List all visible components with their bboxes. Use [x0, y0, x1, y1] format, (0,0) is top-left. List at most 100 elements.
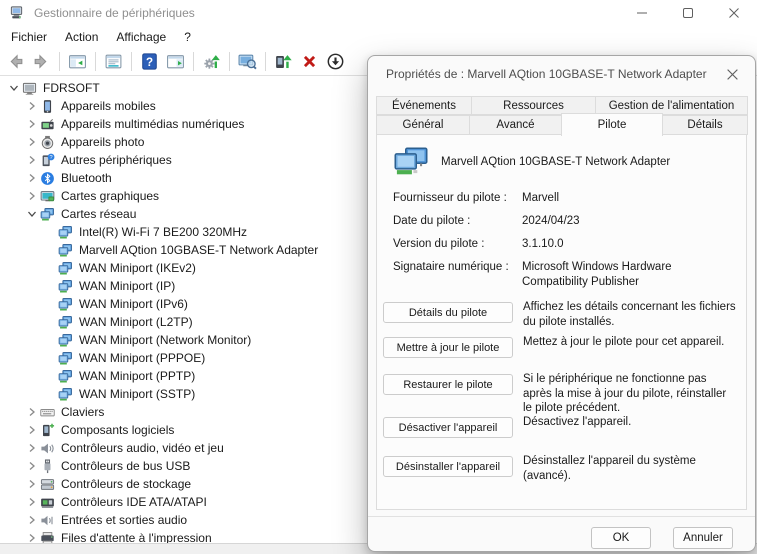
- bluetooth-icon: [40, 171, 55, 186]
- uninstall-device-icon[interactable]: [299, 51, 320, 72]
- action-row: Détails du piloteAffichez les détails co…: [383, 300, 737, 329]
- printer-icon: [40, 531, 55, 544]
- network-adapter-icon: [40, 207, 55, 222]
- tab-pilote[interactable]: Pilote: [561, 113, 663, 136]
- audio-controller-icon: [40, 441, 55, 456]
- update-driver-button[interactable]: Mettre à jour le pilote: [383, 337, 513, 358]
- chevron-right-icon[interactable]: [23, 191, 40, 201]
- network-adapter-icon: [58, 279, 73, 294]
- toolbar-separator: [59, 52, 60, 71]
- menu-aide[interactable]: ?: [175, 27, 200, 47]
- chevron-right-icon[interactable]: [23, 137, 40, 147]
- scan-hardware-icon[interactable]: [201, 51, 222, 72]
- chevron-right-icon[interactable]: [23, 497, 40, 507]
- network-adapter-icon: [58, 387, 73, 402]
- info-value: 2024/04/23: [522, 214, 736, 229]
- chevron-right-icon[interactable]: [23, 461, 40, 471]
- chevron-down-icon[interactable]: [5, 83, 22, 93]
- window-controls: [619, 0, 757, 26]
- minimize-button[interactable]: [619, 0, 665, 26]
- dialog-close-icon[interactable]: [717, 60, 747, 88]
- tab-avance[interactable]: Avancé: [469, 115, 562, 135]
- info-label: Date du pilote :: [393, 214, 522, 229]
- show-console-tree-icon[interactable]: [67, 51, 88, 72]
- tree-item-label: Entrées et sorties audio: [61, 513, 191, 527]
- network-adapter-icon: [58, 261, 73, 276]
- tree-item-label: Composants logiciels: [61, 423, 178, 437]
- device-header: Marvell AQtion 10GBASE-T Network Adapter: [393, 147, 736, 177]
- keyboard-icon: [40, 405, 55, 420]
- chevron-right-icon[interactable]: [23, 443, 40, 453]
- help-icon[interactable]: ?: [139, 51, 160, 72]
- action-row: Mettre à jour le piloteMettez à jour le …: [383, 335, 737, 350]
- tab-details[interactable]: Détails: [662, 115, 748, 135]
- svg-text:?: ?: [146, 56, 153, 69]
- disable-device-icon[interactable]: [325, 51, 346, 72]
- display-adapter-icon: [40, 189, 55, 204]
- menu-affichage[interactable]: Affichage: [107, 27, 175, 47]
- update-driver-icon[interactable]: [273, 51, 294, 72]
- menu-fichier[interactable]: Fichier: [2, 27, 56, 47]
- network-adapter-icon: [58, 351, 73, 366]
- tree-item-label: WAN Miniport (IKEv2): [79, 261, 200, 275]
- driver-details-button[interactable]: Détails du pilote: [383, 302, 513, 323]
- titlebar: Gestionnaire de périphériques: [0, 0, 757, 26]
- driver-tab-page: Marvell AQtion 10GBASE-T Network Adapter…: [376, 134, 747, 510]
- menu-action[interactable]: Action: [56, 27, 107, 47]
- chevron-right-icon[interactable]: [23, 533, 40, 543]
- close-button[interactable]: [711, 0, 757, 26]
- dialog-title: Propriétés de : Marvell AQtion 10GBASE-T…: [386, 67, 707, 81]
- chevron-right-icon[interactable]: [23, 515, 40, 525]
- chevron-right-icon[interactable]: [23, 155, 40, 165]
- tree-item-label: WAN Miniport (Network Monitor): [79, 333, 255, 347]
- info-row: Fournisseur du pilote :Marvell: [393, 191, 736, 206]
- uninstall-device-button[interactable]: Désinstaller l'appareil: [383, 456, 513, 477]
- tree-item-label: Contrôleurs audio, vidéo et jeu: [61, 441, 228, 455]
- disable-device-button[interactable]: Désactiver l'appareil: [383, 417, 513, 438]
- info-label: Fournisseur du pilote :: [393, 191, 522, 206]
- action-row: Désactiver l'appareilDésactivez l'appare…: [383, 415, 737, 430]
- unknown-device-icon: ?: [40, 153, 55, 168]
- network-adapter-icon: [58, 243, 73, 258]
- action-pane-icon[interactable]: [165, 51, 186, 72]
- tab-general[interactable]: Général: [376, 115, 470, 135]
- tree-item-label: Cartes réseau: [61, 207, 140, 221]
- roll-back-driver-button[interactable]: Restaurer le pilote: [383, 374, 513, 395]
- storage-controller-icon: [40, 477, 55, 492]
- chevron-right-icon[interactable]: [23, 173, 40, 183]
- chevron-right-icon[interactable]: [23, 479, 40, 489]
- tree-item-label: WAN Miniport (PPPOE): [79, 351, 209, 365]
- tab-evenements[interactable]: Événements: [376, 96, 472, 115]
- chevron-right-icon[interactable]: [23, 101, 40, 111]
- tree-item-label: Files d'attente à l'impression: [61, 531, 216, 543]
- svg-text:?: ?: [50, 155, 53, 161]
- action-row: Restaurer le pilote Si le périphérique ne…: [383, 372, 737, 416]
- properties-icon[interactable]: [103, 51, 124, 72]
- toolbar-separator: [229, 52, 230, 71]
- action-description: Si le périphérique ne fonctionne pas apr…: [523, 372, 737, 416]
- action-description: Mettez à jour le pilote pour cet apparei…: [523, 335, 737, 350]
- chevron-right-icon[interactable]: [23, 425, 40, 435]
- action-row: Désinstaller l'appareil Désinstallez l'ap…: [383, 454, 737, 483]
- cancel-button[interactable]: Annuler: [673, 527, 733, 549]
- ide-controller-icon: [40, 495, 55, 510]
- search-computer-icon[interactable]: [237, 51, 258, 72]
- camera-icon: [40, 135, 55, 150]
- tree-item-label: Bluetooth: [61, 171, 116, 185]
- tree-item-label: WAN Miniport (IPv6): [79, 297, 192, 311]
- info-row: Date du pilote :2024/04/23: [393, 214, 736, 229]
- tree-item-label: Appareils multimédias numériques: [61, 117, 248, 131]
- chevron-right-icon[interactable]: [23, 119, 40, 129]
- info-row: Version du pilote :3.1.10.0: [393, 237, 736, 252]
- menu-bar: FichierActionAffichage?: [0, 26, 757, 48]
- action-description: Désinstallez l'appareil du système (avan…: [523, 454, 737, 483]
- action-description: Désactivez l'appareil.: [523, 415, 737, 430]
- audio-io-icon: [40, 513, 55, 528]
- software-component-icon: [40, 423, 55, 438]
- back-icon[interactable]: [5, 51, 26, 72]
- forward-icon[interactable]: [31, 51, 52, 72]
- chevron-right-icon[interactable]: [23, 407, 40, 417]
- chevron-down-icon[interactable]: [23, 209, 40, 219]
- maximize-button[interactable]: [665, 0, 711, 26]
- ok-button[interactable]: OK: [591, 527, 651, 549]
